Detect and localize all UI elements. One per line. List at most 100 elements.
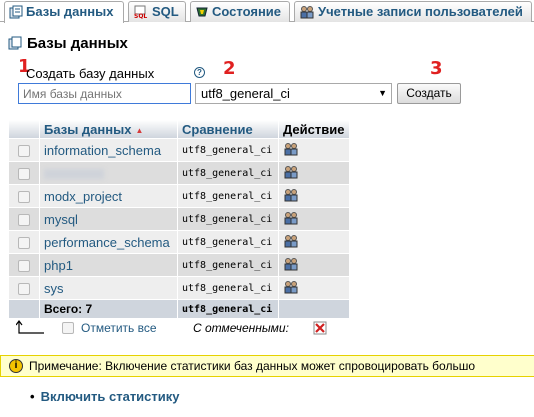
drop-icon[interactable] [313, 321, 327, 338]
row-checkbox[interactable] [18, 144, 30, 157]
total-spacer [9, 300, 39, 318]
annotation-2: 2 [223, 58, 236, 79]
action-cell [279, 185, 349, 207]
chevron-down-icon: ▼ [378, 88, 387, 98]
create-button[interactable]: Создать [397, 83, 461, 104]
row-select-cell [9, 185, 39, 207]
collation-select[interactable]: utf8_general_ci ▼ [195, 83, 392, 104]
select-column-header [9, 120, 39, 138]
sql-icon: SQL [133, 5, 149, 22]
column-header-collation[interactable]: Сравнение [178, 120, 278, 138]
tab-databases-label: Базы данных [26, 4, 114, 19]
row-select-cell [9, 162, 39, 184]
row-select-cell [9, 231, 39, 253]
database-name-cell [40, 162, 177, 184]
check-all-link[interactable]: Отметить все [81, 321, 157, 335]
collation-cell: utf8_general_ci [178, 185, 278, 207]
table-row: mysql utf8_general_ci [9, 208, 349, 230]
collation-cell: utf8_general_ci [178, 254, 278, 276]
status-icon [195, 5, 209, 22]
check-privileges-icon[interactable] [283, 234, 299, 251]
database-link[interactable]: information_schema [44, 143, 161, 158]
collation-cell: utf8_general_ci [178, 139, 278, 161]
top-tabs: Базы данных SQL SQL Состояние Учетные за… [0, 0, 534, 23]
table-row: utf8_general_ci [9, 162, 349, 184]
database-name-cell: mysql [40, 208, 177, 230]
total-collation: utf8_general_ci [178, 300, 278, 318]
tab-status[interactable]: Состояние [190, 1, 290, 22]
databases-icon [9, 5, 23, 22]
statistics-notice: i Примечание: Включение статистики баз д… [0, 355, 534, 377]
databases-icon [8, 36, 22, 54]
check-privileges-icon[interactable] [283, 188, 299, 205]
column-header-databases[interactable]: Базы данных ▲ [40, 120, 177, 138]
tab-sql[interactable]: SQL SQL [128, 1, 186, 22]
database-link[interactable]: performance_schema [44, 235, 170, 250]
collation-cell: utf8_general_ci [178, 277, 278, 299]
collation-cell: utf8_general_ci [178, 231, 278, 253]
check-privileges-icon[interactable] [283, 257, 299, 274]
column-header-action: Действие [279, 120, 349, 138]
check-privileges-icon[interactable] [283, 165, 299, 182]
row-checkbox[interactable] [18, 282, 30, 295]
with-selected-label: С отмеченными: [193, 321, 289, 335]
statistics-notice-text: Примечание: Включение статистики баз дан… [29, 359, 476, 373]
table-row: information_schema utf8_general_ci [9, 139, 349, 161]
database-name-cell: information_schema [40, 139, 177, 161]
database-link[interactable]: php1 [44, 258, 73, 273]
row-select-cell [9, 139, 39, 161]
table-row: php1 utf8_general_ci [9, 254, 349, 276]
svg-text:SQL: SQL [134, 13, 147, 19]
check-privileges-icon[interactable] [283, 280, 299, 297]
row-select-cell [9, 277, 39, 299]
action-cell [279, 231, 349, 253]
tab-user-accounts[interactable]: Учетные записи пользователей [294, 1, 532, 22]
info-icon: i [9, 359, 23, 373]
annotation-3: 3 [430, 58, 443, 79]
database-name-input[interactable] [18, 83, 191, 104]
row-checkbox[interactable] [18, 213, 30, 226]
database-link[interactable]: mysql [44, 212, 78, 227]
row-checkbox[interactable] [18, 167, 30, 180]
check-privileges-icon[interactable] [283, 211, 299, 228]
check-all-checkbox[interactable] [62, 322, 74, 334]
row-checkbox[interactable] [18, 236, 30, 249]
collation-select-value: utf8_general_ci [201, 86, 290, 101]
table-row: sys utf8_general_ci [9, 277, 349, 299]
database-link[interactable]: sys [44, 281, 64, 296]
tab-databases[interactable]: Базы данных [4, 1, 124, 23]
collation-cell: utf8_general_ci [178, 162, 278, 184]
sort-ascending-icon: ▲ [135, 125, 144, 135]
database-name-cell: sys [40, 277, 177, 299]
database-link[interactable] [44, 168, 104, 179]
action-cell [279, 277, 349, 299]
action-cell [279, 254, 349, 276]
tab-sql-label: SQL [152, 4, 179, 19]
page-title-text: Базы данных [27, 35, 128, 52]
total-action-spacer [279, 300, 349, 318]
check-privileges-icon[interactable] [283, 142, 299, 159]
action-cell [279, 208, 349, 230]
action-cell [279, 139, 349, 161]
database-name-cell: php1 [40, 254, 177, 276]
row-select-cell [9, 208, 39, 230]
row-checkbox[interactable] [18, 259, 30, 272]
database-name-cell: performance_schema [40, 231, 177, 253]
enable-statistics-link[interactable]: Включить статистику [30, 389, 180, 404]
page-title: Базы данных [8, 35, 128, 54]
tab-user-accounts-label: Учетные записи пользователей [318, 4, 523, 19]
action-cell [279, 162, 349, 184]
total-count: Всего: 7 [40, 300, 177, 318]
databases-table: Базы данных ▲ Сравнение Действие informat… [8, 119, 350, 319]
collation-cell: utf8_general_ci [178, 208, 278, 230]
help-icon[interactable]: ? [194, 67, 205, 78]
table-row: performance_schema utf8_general_ci [9, 231, 349, 253]
row-checkbox[interactable] [18, 190, 30, 203]
column-header-databases-label: Базы данных [44, 121, 132, 137]
row-select-cell [9, 254, 39, 276]
database-link[interactable]: modx_project [44, 189, 122, 204]
users-icon [299, 5, 315, 22]
create-database-label-text: Создать базу данных [26, 66, 155, 81]
tab-status-label: Состояние [212, 4, 282, 19]
create-database-label: Создать базу данных [26, 66, 154, 81]
